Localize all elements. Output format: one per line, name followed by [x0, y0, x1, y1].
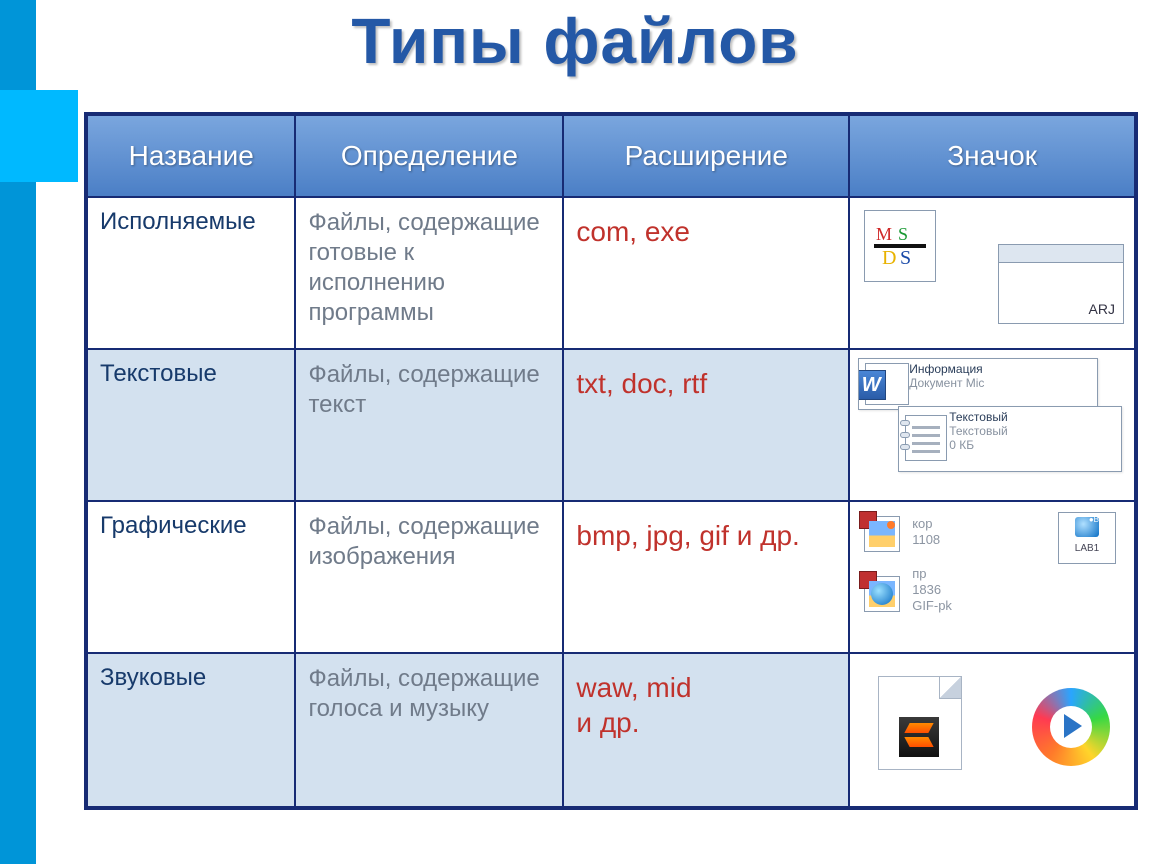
icons-graphics: коp 1108 1836 GIF-pk пp ●BMP LAB1 [850, 502, 1134, 654]
jpg-label-1108: 1108 [912, 532, 940, 547]
icons-executables: M S D S ARJ [850, 198, 1134, 350]
slide-title: Типы файлов [0, 4, 1150, 78]
msdos-icon: M S D S [864, 210, 936, 282]
media-player-icon [1032, 688, 1110, 766]
txt-sub2: 0 КБ [949, 438, 1115, 452]
ext-graphics: bmp, jpg, gif и др. [576, 512, 836, 553]
jpg-label-kop: коp [912, 516, 932, 531]
row-audio: Звуковые Файлы, содержащие голоса и музы… [88, 654, 1134, 806]
icons-audio [850, 654, 1134, 806]
txt-sub1: Текстовый [949, 424, 1115, 438]
bmp-lab1: LAB1 [1075, 543, 1099, 554]
gif-label-pr: пp [912, 566, 926, 581]
header-icon: Значок [850, 116, 1134, 198]
txt-title: Текстовый [949, 410, 1115, 424]
arj-label: ARJ [1089, 301, 1115, 317]
header-extension: Расширение [564, 116, 850, 198]
file-types-table: Название Определение Расширение Значок И… [84, 112, 1138, 810]
word-icon [865, 363, 909, 405]
word-doc-caption: Информация Документ Mic [858, 358, 1098, 410]
svg-text:M: M [876, 224, 892, 244]
name-audio: Звуковые [100, 664, 282, 692]
gif-label-pk: GIF-pk [912, 598, 952, 613]
def-graphics: Файлы, содержащие изображения [308, 512, 550, 572]
ext-executables: com, exe [576, 208, 836, 249]
name-text: Текстовые [100, 360, 282, 388]
ext-text: txt, doc, rtf [576, 360, 836, 401]
table-header-row: Название Определение Расширение Значок [88, 116, 1134, 198]
svg-text:S: S [898, 224, 908, 244]
name-graphics: Графические [100, 512, 282, 540]
svg-text:S: S [900, 247, 911, 269]
slide-accent-block [0, 90, 78, 182]
word-subtitle: Документ Mic [909, 376, 1091, 390]
winamp-file-icon [878, 676, 962, 770]
bmp-tag: ●BMP [1089, 515, 1111, 524]
jpg-icon [864, 516, 900, 552]
def-text: Файлы, содержащие текст [308, 360, 550, 420]
row-graphics: Графические Файлы, содержащие изображени… [88, 502, 1134, 654]
gif-icon [864, 576, 900, 612]
txt-doc-caption: Текстовый Текстовый 0 КБ [898, 406, 1122, 472]
name-executables: Исполняемые [100, 208, 282, 236]
arj-window-icon: ARJ [998, 244, 1124, 324]
word-title: Информация [909, 362, 1091, 376]
ext-audio: waw, mid и др. [576, 664, 836, 740]
row-executables: Исполняемые Файлы, содержащие готовые к … [88, 198, 1134, 350]
gif-label-1836: 1836 [912, 582, 941, 597]
svg-text:D: D [882, 247, 896, 269]
bmp-icon: ●BMP LAB1 [1058, 512, 1116, 564]
header-name: Название [88, 116, 296, 198]
notepad-icon [905, 415, 947, 461]
def-executables: Файлы, содержащие готовые к исполнению п… [308, 208, 550, 328]
header-definition: Определение [296, 116, 564, 198]
def-audio: Файлы, содержащие голоса и музыку [308, 664, 550, 724]
row-text: Текстовые Файлы, содержащие текст txt, d… [88, 350, 1134, 502]
icons-text: Информация Документ Mic Текстовый Тексто… [850, 350, 1134, 502]
